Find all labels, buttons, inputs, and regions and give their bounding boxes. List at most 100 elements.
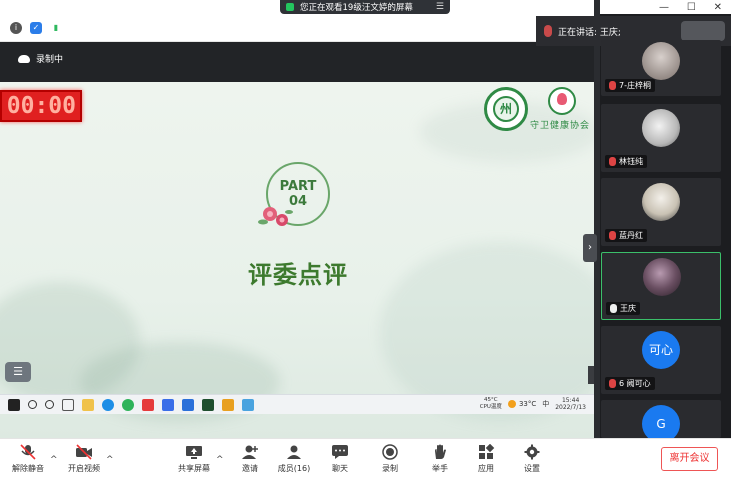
add-user-icon <box>242 445 258 459</box>
association-logo: 州 <box>484 87 528 131</box>
avatar <box>642 42 680 80</box>
participant-name-tag: 林钰纯 <box>605 155 647 168</box>
countdown-timer: 00:00 <box>0 90 82 122</box>
apps-button[interactable]: 应用 <box>462 444 510 474</box>
flower-logo-icon <box>548 87 576 115</box>
members-button[interactable]: 成员(16) <box>270 444 318 474</box>
widgets-icon <box>62 398 74 411</box>
speaker-avatar <box>681 21 725 41</box>
ime-indicator: 中 <box>542 400 550 408</box>
participant-name-tag: 6 阙可心 <box>605 377 655 390</box>
viewing-banner[interactable]: 您正在观看19级汪文婷的屏幕 ☰ <box>280 0 450 14</box>
app-lightblue-icon <box>242 398 254 411</box>
shield-icon[interactable]: ✓ <box>30 22 42 34</box>
start-video-button[interactable]: 开启视频 <box>60 444 108 474</box>
gear-icon <box>524 444 540 460</box>
list-icon[interactable]: ☰ <box>436 2 444 12</box>
clock-date: 2022/7/13 <box>555 404 586 411</box>
avatar <box>642 183 680 221</box>
app-blue-icon <box>182 398 194 411</box>
chevron-up-icon[interactable]: ^ <box>106 455 114 465</box>
flower-decoration-icon <box>258 207 293 226</box>
avatar: 可心 <box>642 331 680 369</box>
participant-name-tag: 蓝丹红 <box>605 229 647 242</box>
recording-bar <box>0 42 600 82</box>
leave-meeting-button[interactable]: 离开会议 <box>661 447 718 471</box>
terminal-icon <box>202 398 214 411</box>
participant-name-tag: 王庆 <box>606 302 640 315</box>
video-off-icon <box>76 444 92 460</box>
chevron-up-icon[interactable]: ^ <box>216 455 224 465</box>
app-orange-icon <box>222 398 234 411</box>
slide-title: 评委点评 <box>248 261 348 289</box>
hand-icon <box>435 444 446 459</box>
system-tray: 45°C CPU温度 33°C 中 15:44 2022/7/13 <box>480 397 586 411</box>
recording-indicator[interactable]: 录制中 <box>18 52 63 65</box>
raise-hand-button[interactable]: 举手 <box>416 444 464 474</box>
window-controls: — ☐ ✕ <box>650 0 731 14</box>
settings-button[interactable]: 设置 <box>508 444 556 474</box>
collapse-panel-button[interactable]: › <box>583 234 597 262</box>
close-button[interactable]: ✕ <box>714 2 722 13</box>
clock-time: 15:44 <box>561 397 580 404</box>
participant-tile[interactable]: 可心 6 阙可心 <box>601 326 721 394</box>
unmute-button[interactable]: 解除静音 <box>4 444 52 474</box>
photos-icon <box>162 398 174 411</box>
participant-tile-active[interactable]: 王庆 <box>601 252 721 320</box>
chat-button[interactable]: 聊天 <box>316 444 364 474</box>
record-icon <box>382 444 398 460</box>
apps-icon <box>479 444 495 459</box>
mic-muted-icon <box>609 379 616 388</box>
info-icon[interactable]: i <box>10 22 22 34</box>
avatar <box>642 109 680 147</box>
participant-name: 6 阙可心 <box>619 379 651 388</box>
cpu-temp: 45°C CPU温度 <box>480 397 502 411</box>
share-screen-label: 共享屏幕 <box>178 464 210 473</box>
start-video-label: 开启视频 <box>68 464 100 473</box>
chat-label: 聊天 <box>332 464 348 473</box>
participant-tile[interactable]: 林钰纯 <box>601 104 721 172</box>
mic-muted-icon <box>20 444 36 460</box>
participant-tile[interactable]: 蓝丹红 <box>601 178 721 246</box>
avatar <box>643 258 681 296</box>
list-toggle-button[interactable]: ☰ <box>5 362 31 382</box>
record-label: 录制 <box>382 464 398 473</box>
mic-icon <box>610 304 617 313</box>
weather-temp: 33°C <box>518 400 537 408</box>
raise-hand-label: 举手 <box>432 464 448 473</box>
scroll-handle[interactable] <box>588 366 594 384</box>
folder-icon <box>82 398 94 411</box>
minimize-button[interactable]: — <box>659 2 669 13</box>
cpu-temp-label: CPU温度 <box>479 404 502 410</box>
participant-tile[interactable]: 7-庄梓桐 <box>601 40 721 96</box>
maximize-button[interactable]: ☐ <box>687 2 696 13</box>
avatar: G <box>642 405 680 438</box>
members-icon <box>287 445 301 459</box>
invite-button[interactable]: 邀请 <box>226 444 274 474</box>
record-button[interactable]: 录制 <box>366 444 414 474</box>
participant-name: 蓝丹红 <box>619 231 643 240</box>
sun-icon <box>507 400 516 408</box>
edge-icon <box>102 398 114 411</box>
signal-icon[interactable]: ▮ <box>50 22 62 34</box>
speaking-label: 正在讲话: 王庆; <box>558 27 621 38</box>
settings-label: 设置 <box>524 464 540 473</box>
chevron-up-icon[interactable]: ^ <box>50 455 58 465</box>
participant-name: 7-庄梓桐 <box>619 81 651 90</box>
share-screen-button[interactable]: 共享屏幕 <box>170 444 218 474</box>
wps-icon <box>142 398 154 411</box>
participant-name: 王庆 <box>620 304 636 313</box>
search-icon <box>28 400 37 409</box>
windows-start-icon <box>8 398 20 411</box>
screen-share-icon <box>286 3 294 11</box>
participant-tile[interactable]: G <box>601 400 721 438</box>
chat-icon <box>332 445 348 459</box>
remote-taskbar: 45°C CPU温度 33°C 中 15:44 2022/7/13 <box>0 394 594 414</box>
invite-label: 邀请 <box>242 464 258 473</box>
mic-muted-icon <box>609 157 616 166</box>
members-label: 成员(16) <box>277 464 311 473</box>
viewing-banner-text: 您正在观看19级汪文婷的屏幕 <box>300 3 413 13</box>
share-screen-icon <box>186 446 202 459</box>
part-label: PART <box>279 179 317 194</box>
logo-emblem: 州 <box>493 96 519 122</box>
